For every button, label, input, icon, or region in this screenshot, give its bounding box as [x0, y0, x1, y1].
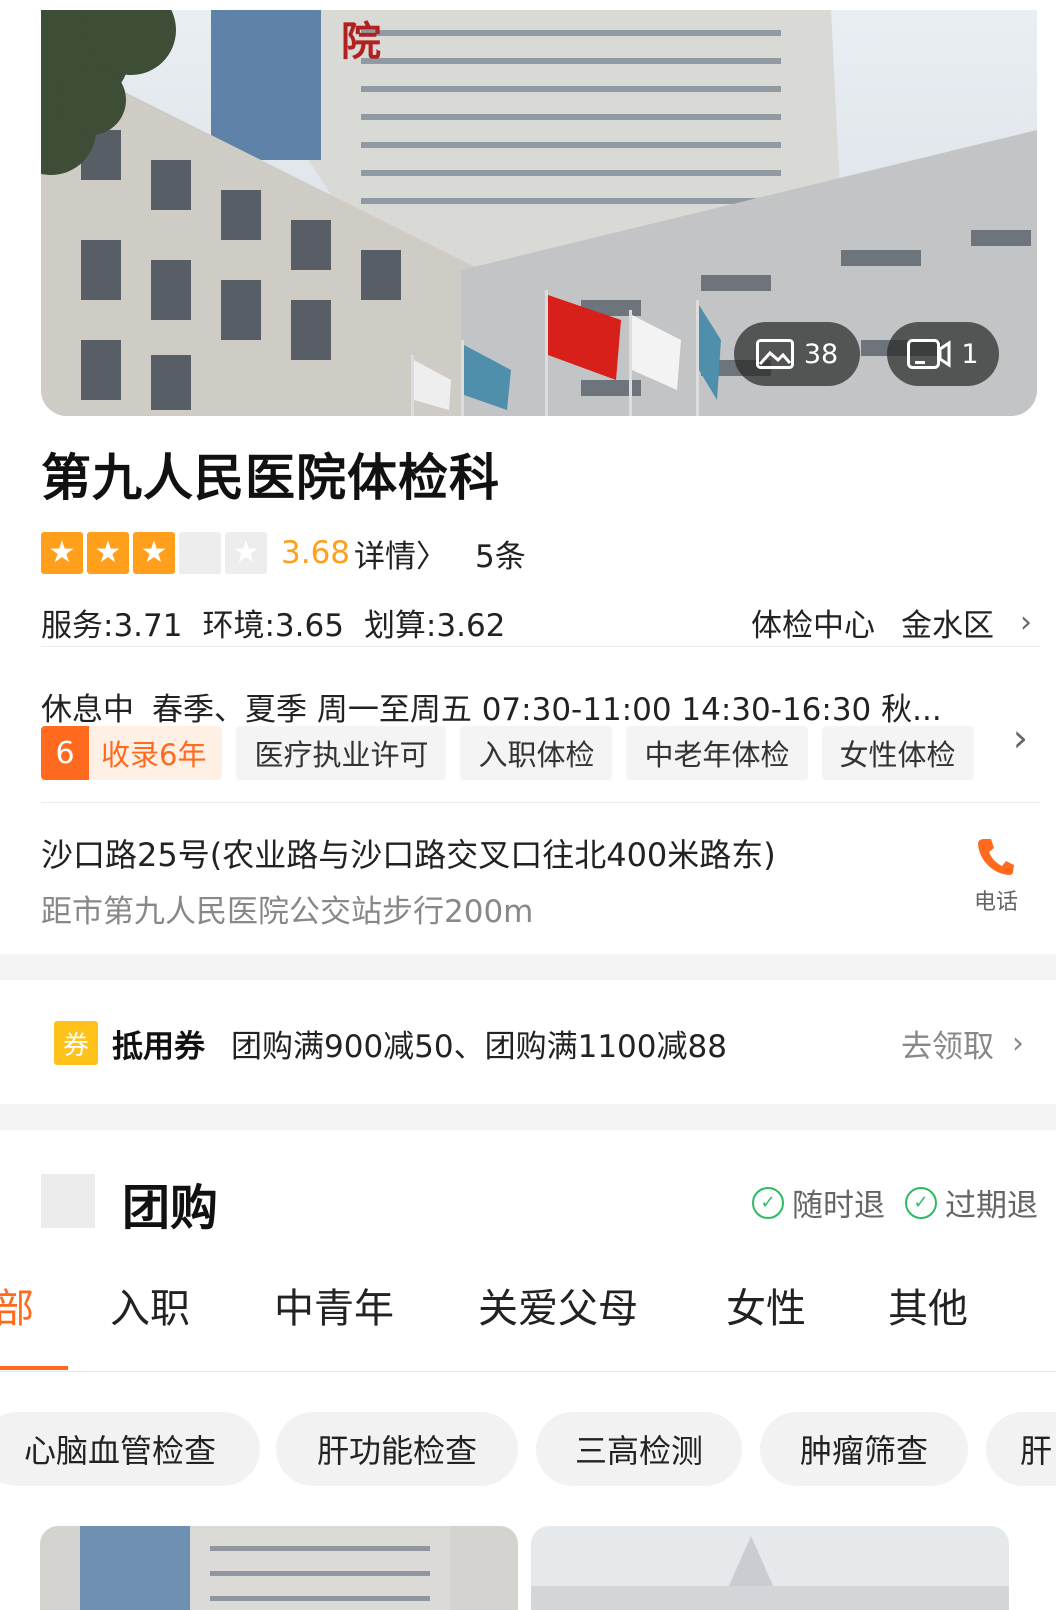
value-score: 划算:3.62 [363, 608, 506, 644]
shop-tags: 6 收录6年 医疗执业许可 入职体检 中老年体检 女性体检 [41, 726, 974, 780]
tab-other[interactable]: 其他 [888, 1276, 968, 1334]
badge-number: 6 [41, 726, 89, 780]
guarantee-anytime: ✓ 随时退 [752, 1180, 885, 1225]
rating-row[interactable]: ★ ★ ★ ★ 3.68 详情〉 5条 [41, 531, 526, 576]
coupon-row[interactable]: 券 抵用券 团购满900减50、团购满1100减88 去领取 › [54, 1020, 1024, 1066]
star-icon: ★ [87, 532, 129, 574]
coupon-text: 团购满900减50、团购满1100减88 [231, 1028, 727, 1065]
environment-score: 环境:3.65 [202, 608, 344, 644]
deal-thumbnails [0, 1526, 1056, 1610]
tab-parents[interactable]: 关爱父母 [478, 1276, 638, 1334]
active-tab-indicator [0, 1366, 68, 1370]
tab-female[interactable]: 女性 [726, 1276, 806, 1334]
shop-name: 第九人民医院体检科 [41, 449, 500, 507]
tag-license[interactable]: 医疗执业许可 [236, 726, 447, 780]
coupon-icon: 券 [54, 1021, 98, 1065]
sub-scores: 服务:3.71 环境:3.65 划算:3.62 [41, 600, 505, 645]
hero-image[interactable]: 院 38 1 [41, 10, 1037, 416]
divider [41, 646, 1040, 647]
star-empty-icon [179, 532, 221, 574]
check-circle-icon: ✓ [905, 1186, 937, 1219]
district: 金水区 [901, 608, 994, 644]
tab-all[interactable]: 部 [0, 1276, 34, 1334]
photo-count: 38 [803, 338, 839, 370]
years-listed-badge: 6 收录6年 [41, 726, 223, 780]
check-circle-icon: ✓ [752, 1186, 784, 1219]
section-separator [0, 954, 1056, 980]
image-icon [755, 339, 794, 369]
filter-three-highs[interactable]: 三高检测 [536, 1412, 742, 1486]
phone-icon [978, 839, 1014, 875]
filter-more[interactable]: 肝 [986, 1412, 1056, 1486]
category: 体检中心 [751, 608, 875, 644]
open-status: 休息中 [41, 692, 134, 728]
claim-coupon-button[interactable]: 去领取 [901, 1021, 994, 1066]
rating-detail-link[interactable]: 详情〉 [354, 531, 447, 576]
photo-count-button[interactable]: 38 [734, 322, 860, 386]
divider [0, 1371, 1056, 1372]
guarantee-label: 过期退 [945, 1188, 1038, 1224]
star-icon: ★ [133, 532, 175, 574]
deal-thumbnail[interactable] [531, 1526, 1009, 1610]
refund-guarantees: ✓ 随时退 ✓ 过期退 [752, 1180, 1038, 1225]
category-district-link[interactable]: 体检中心 金水区 › [751, 600, 1032, 645]
chevron-right-icon: › [1020, 605, 1032, 640]
divider [41, 802, 1040, 803]
star-empty-icon: ★ [225, 532, 267, 574]
deal-thumbnail[interactable] [40, 1526, 518, 1610]
deal-photo [40, 1526, 518, 1610]
guarantee-expired: ✓ 过期退 [905, 1180, 1038, 1225]
tab-employment[interactable]: 入职 [110, 1276, 190, 1334]
deal-photo [531, 1526, 1009, 1610]
address-hint: 距市第九人民医院公交站步行200m [41, 894, 534, 930]
address[interactable]: 沙口路25号(农业路与沙口路交叉口往北400米路东) [41, 830, 776, 876]
business-hours[interactable]: 休息中 春季、夏季 周一至周五 07:30-11:00 14:30-16:30 秋… [41, 684, 991, 729]
chevron-right-icon[interactable]: › [1013, 716, 1028, 760]
guarantee-label: 随时退 [792, 1188, 885, 1224]
filter-cardio[interactable]: 心脑血管检查 [0, 1412, 260, 1486]
rating-score: 3.68 [281, 535, 351, 571]
groupbuy-title: 团购 [122, 1180, 219, 1236]
hours-text: 春季、夏季 周一至周五 07:30-11:00 14:30-16:30 秋... [152, 692, 942, 728]
filter-tumor[interactable]: 肿瘤筛查 [760, 1412, 968, 1486]
star-icon: ★ [41, 532, 83, 574]
phone-button[interactable]: 电话 [960, 836, 1032, 916]
phone-label: 电话 [973, 890, 1018, 915]
tag-female-exam[interactable]: 女性体检 [821, 726, 974, 780]
video-count: 1 [961, 338, 979, 370]
review-count[interactable]: 5条 [475, 531, 526, 576]
groupbuy-icon [41, 1174, 95, 1228]
video-count-button[interactable]: 1 [887, 322, 999, 386]
groupbuy-tabs: 部 入职 中青年 关爱父母 女性 其他 [0, 1270, 1056, 1370]
filter-liver[interactable]: 肝功能检查 [276, 1412, 518, 1486]
chevron-right-icon: › [1012, 1025, 1024, 1061]
coupon-title: 抵用券 [112, 1028, 205, 1065]
badge-text: 收录6年 [89, 726, 223, 780]
section-separator [0, 1104, 1056, 1130]
tag-senior-exam[interactable]: 中老年体检 [626, 726, 808, 780]
svg-text:院: 院 [341, 19, 381, 64]
tag-employment-exam[interactable]: 入职体检 [460, 726, 613, 780]
tab-young-adult[interactable]: 中青年 [274, 1276, 394, 1334]
service-score: 服务:3.71 [41, 608, 183, 644]
video-camera-icon [907, 339, 951, 369]
filter-chips: 心脑血管检查 肝功能检查 三高检测 肿瘤筛查 肝 [0, 1412, 1056, 1486]
